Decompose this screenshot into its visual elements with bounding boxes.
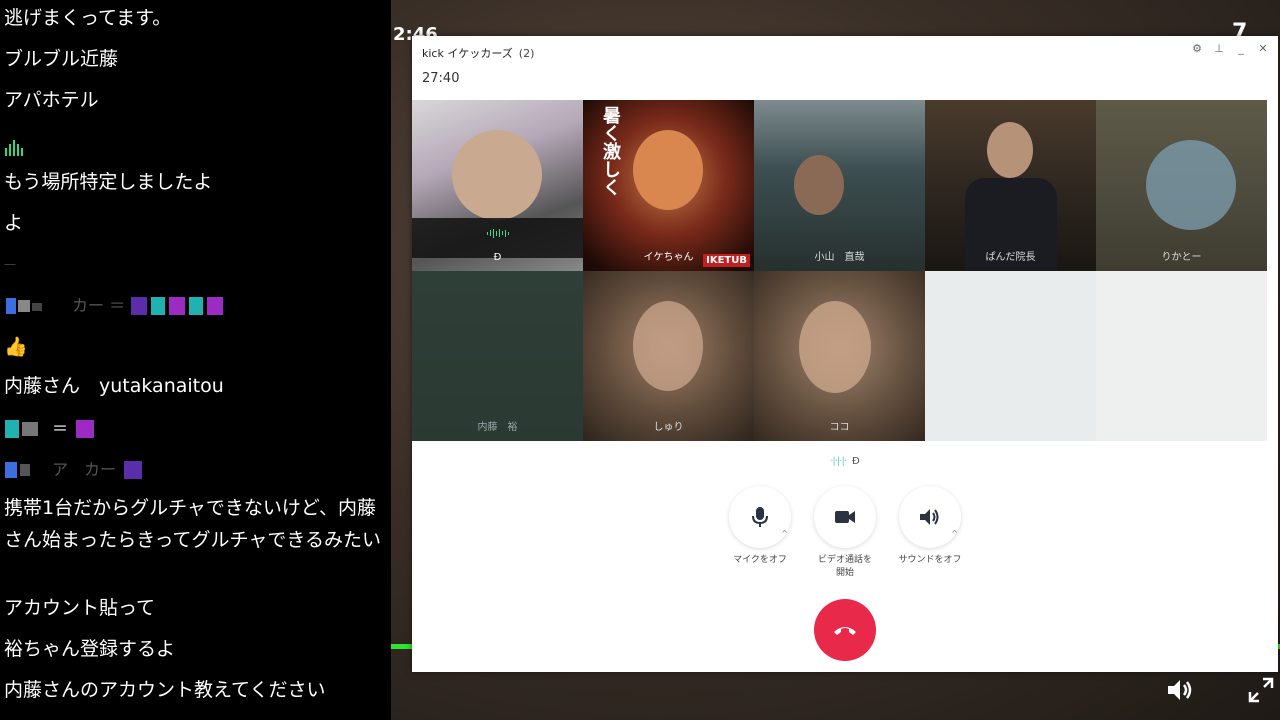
video-label-line1: ビデオ通話を (817, 555, 872, 565)
participant-name: イケちゃん (643, 251, 694, 263)
dancer-emote-icon (6, 297, 42, 314)
mic-button[interactable]: ^ (729, 486, 791, 548)
window-controls: ⚙ ⊥ _ ✕ (1190, 42, 1270, 56)
chat-message: 裕ちゃん登録するよ (4, 638, 176, 660)
chat-message: カー ＝ (4, 293, 243, 318)
video-camera-icon (835, 511, 855, 523)
participant-avatar (799, 300, 871, 393)
tile-banner: 暑く激しく (600, 106, 621, 196)
participant-name: しゅり (653, 422, 684, 433)
chevron-up-icon[interactable]: ^ (781, 529, 788, 538)
close-icon[interactable]: ✕ (1256, 42, 1270, 56)
equalizer-emote-icon (5, 139, 23, 156)
group-call-window: kick イケッカーズ (2) ⚙ ⊥ _ ✕ 27:40 Ð 暑く激しく IKE… (412, 36, 1278, 672)
participant-name: ココ (829, 422, 850, 433)
participant-avatar (987, 122, 1033, 178)
participant-tile[interactable]: Ð (412, 100, 583, 271)
sound-control: ^ サウンドをオフ (895, 486, 965, 567)
participant-name: Ð (493, 251, 502, 263)
pin-icon[interactable]: ⊥ (1212, 42, 1226, 56)
video-label-line2: 開始 (835, 568, 854, 578)
chat-message: ＝ (4, 416, 98, 441)
participant-tile[interactable]: ココ (754, 270, 925, 441)
participant-grid: Ð 暑く激しく IKETUB イケちゃん 小山 直哉 ぱんだ院長 りかとー 内藤… (412, 100, 1268, 441)
participant-avatar (633, 130, 703, 210)
participant-tile[interactable]: 暑く激しく IKETUB イケちゃん (583, 100, 754, 271)
chat-panel: 逃げまくってます。 ブルブル近藤 アパホテル もう場所特定しましたよ よ — カ… (0, 0, 391, 720)
chevron-up-icon[interactable]: ^ (951, 529, 958, 538)
settings-icon[interactable]: ⚙ (1190, 42, 1204, 56)
participant-tile[interactable]: りかとー (1096, 100, 1267, 271)
call-title: kick イケッカーズ (2) (422, 45, 534, 61)
empty-tile (1096, 270, 1267, 441)
chat-text: カー ＝ (72, 296, 126, 315)
participant-avatar (794, 155, 844, 215)
participant-avatar (633, 300, 703, 391)
call-app-name: kick イケッカーズ (422, 47, 513, 60)
chat-text: ＝ (52, 419, 69, 438)
sound-button[interactable]: ^ (899, 486, 961, 548)
active-speaker: ·|·|·|· Ð (412, 456, 1278, 467)
participant-tile[interactable]: 内藤 裕 (412, 270, 583, 441)
dancer-emote-icon (5, 419, 38, 438)
microphone-icon (752, 507, 768, 527)
video-label: ビデオ通話を 開始 (810, 554, 880, 580)
mic-control: ^ マイクをオフ (725, 486, 795, 567)
chat-message: アカウント貼って (4, 597, 156, 619)
chat-message: ア カー (4, 457, 146, 482)
chat-message: — (4, 257, 16, 271)
end-call-button[interactable] (814, 599, 876, 661)
minimize-icon[interactable]: _ (1234, 42, 1248, 56)
call-timer: 27:40 (422, 71, 460, 86)
sound-label: サウンドをオフ (898, 555, 962, 565)
phone-hangup-icon (834, 627, 856, 635)
participant-tile[interactable]: 小山 直哉 (754, 100, 925, 271)
mic-label: マイクをオフ (733, 555, 787, 565)
chat-text: ア カー (52, 460, 117, 479)
chat-message: 逃げまくってます。 (4, 7, 172, 29)
participant-avatar (452, 130, 542, 220)
dancer-emote-icon (124, 460, 143, 479)
participant-name: りかとー (1161, 251, 1202, 263)
participant-name: 小山 直哉 (814, 251, 865, 263)
participant-tile[interactable]: ぱんだ院長 (925, 100, 1096, 271)
video-control: ビデオ通話を 開始 (810, 486, 880, 580)
speaker-icon (920, 509, 939, 525)
chat-message: よ (4, 212, 24, 234)
dancer-emote-icon (5, 461, 30, 478)
chat-message: 👍 (4, 336, 28, 358)
chat-message: アパホテル (4, 89, 99, 111)
volume-icon[interactable] (1166, 678, 1194, 702)
dancer-emote-icon (131, 296, 224, 315)
participant-avatar (1146, 140, 1236, 230)
speaking-indicator-icon: ·|·|·|· (830, 456, 847, 467)
dancer-emote-icon (76, 419, 95, 438)
chat-message (4, 134, 28, 159)
member-count: (2) (518, 47, 535, 60)
chat-message: 携帯1台だからグルチャできないけど、内藤さん始まったらきってグルチャできるみたい (4, 497, 381, 551)
chat-message: 内藤さんのアカウント教えてください (4, 679, 326, 701)
video-button[interactable] (814, 486, 876, 548)
speaking-indicator-icon (483, 228, 513, 238)
participant-tile[interactable]: しゅり (583, 270, 754, 441)
chat-message: 内藤さん yutakanaitou (4, 375, 224, 397)
active-speaker-name: Ð (852, 456, 860, 467)
exit-fullscreen-icon[interactable] (1247, 676, 1275, 704)
participant-name: 内藤 裕 (477, 422, 518, 433)
participant-name: ぱんだ院長 (985, 251, 1036, 263)
chat-message: もう場所特定しましたよ (4, 171, 213, 193)
empty-tile (925, 270, 1096, 441)
chat-message: ブルブル近藤 (4, 48, 119, 70)
